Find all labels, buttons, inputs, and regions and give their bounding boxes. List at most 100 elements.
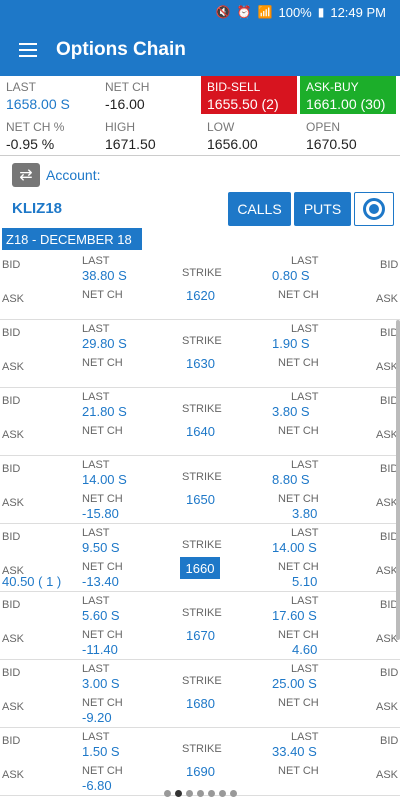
swap-account-icon[interactable]: ⇄: [12, 163, 40, 187]
ask-label: ASK: [2, 497, 25, 509]
strike-value[interactable]: 1670: [186, 628, 215, 644]
call-last-value: 29.80 S: [82, 336, 127, 351]
page-dot[interactable]: [185, 789, 193, 797]
call-netch-value: -11.40: [82, 642, 118, 657]
strike-label: STRIKE: [182, 403, 222, 415]
page-dot-active[interactable]: [174, 789, 182, 797]
ask-label: ASK: [2, 429, 25, 441]
puts-button[interactable]: PUTS: [294, 192, 351, 226]
netch-label: NET CH: [82, 493, 123, 505]
strike-label: STRIKE: [182, 539, 222, 551]
table-row[interactable]: BID LAST 9.50 S STRIKE LAST 14.00 S BID ASK NET …: [0, 524, 400, 592]
put-last-value: 14.00 S: [272, 540, 317, 555]
netch-label: NET CH: [82, 561, 123, 573]
netch-label: NET CH: [278, 561, 319, 573]
netch-label: NET CH: [278, 697, 319, 709]
netch-label: NET CH: [278, 765, 319, 777]
app-bar: Options Chain: [0, 24, 400, 76]
ask-label: ASK: [376, 701, 399, 713]
quote-last: LAST 1658.00 S: [6, 80, 70, 112]
table-row[interactable]: BID LAST 14.00 S STRIKE LAST 8.80 S BID ASK NET …: [0, 456, 400, 524]
last-label: LAST: [291, 527, 319, 539]
bid-label: BID: [2, 259, 21, 271]
strike-label: STRIKE: [182, 335, 222, 347]
netch-label: NET CH: [278, 357, 319, 369]
account-row: ⇄ Account:: [0, 158, 380, 192]
ask-label: ASK: [376, 565, 399, 577]
strike-value[interactable]: 1660: [180, 557, 220, 579]
wifi-icon: 📶: [257, 5, 273, 19]
quote-low: LOW 1656.00: [207, 120, 258, 152]
battery-percent: 100%: [278, 4, 312, 20]
last-label: LAST: [291, 663, 319, 675]
table-row[interactable]: BID LAST 3.00 S STRIKE LAST 25.00 S BID ASK NET …: [0, 660, 400, 728]
netch-label: NET CH: [82, 289, 123, 301]
netch-label: NET CH: [82, 697, 123, 709]
ask-label: ASK: [376, 429, 399, 441]
ask-buy-button[interactable]: ASK-BUY 1661.00 (30): [300, 76, 396, 114]
bid-label: BID: [380, 667, 399, 679]
center-strike-button[interactable]: [354, 192, 394, 226]
table-row[interactable]: BID LAST 38.80 S STRIKE LAST 0.80 S BID ASK NET …: [0, 252, 400, 320]
call-last-value: 5.60 S: [82, 608, 120, 623]
call-last-value: 9.50 S: [82, 540, 120, 555]
table-row[interactable]: BID LAST 29.80 S STRIKE LAST 1.90 S BID ASK NET …: [0, 320, 400, 388]
strike-value[interactable]: 1620: [186, 288, 215, 304]
bid-label: BID: [2, 395, 21, 407]
clock: 12:49 PM: [330, 4, 386, 20]
target-icon: [363, 198, 385, 220]
scrollbar[interactable]: [396, 320, 400, 640]
put-last-value: 1.90 S: [272, 336, 310, 351]
symbol-row: KLIZ18 CALLS PUTS: [0, 192, 400, 228]
call-last-value: 21.80 S: [82, 404, 127, 419]
last-label: LAST: [82, 731, 110, 743]
status-bar: 🔇 ⏰ 📶 100% ▮ 12:49 PM: [0, 0, 400, 24]
last-label: LAST: [82, 391, 110, 403]
strike-value[interactable]: 1680: [186, 696, 215, 712]
expiry-header[interactable]: Z18 - DECEMBER 18: [2, 228, 142, 250]
battery-icon: ▮: [317, 5, 325, 19]
calls-button[interactable]: CALLS: [228, 192, 291, 226]
netch-label: NET CH: [82, 629, 123, 641]
strike-value[interactable]: 1640: [186, 424, 215, 440]
call-last-value: 14.00 S: [82, 472, 127, 487]
last-label: LAST: [291, 391, 319, 403]
put-last-value: 17.60 S: [272, 608, 317, 623]
page-dot[interactable]: [218, 789, 226, 797]
page-dot[interactable]: [163, 789, 171, 797]
call-last-value: 1.50 S: [82, 744, 120, 759]
last-label: LAST: [82, 663, 110, 675]
table-row[interactable]: BID LAST 21.80 S STRIKE LAST 3.80 S BID ASK NET …: [0, 388, 400, 456]
bid-sell-button[interactable]: BID-SELL 1655.50 (2): [201, 76, 297, 114]
bid-label: BID: [380, 259, 399, 271]
netch-label: NET CH: [278, 425, 319, 437]
quote-panel: LAST 1658.00 S NET CH -16.00 BID-SELL 16…: [0, 76, 400, 156]
page-title: Options Chain: [56, 39, 186, 60]
put-last-value: 8.80 S: [272, 472, 310, 487]
ask-label: ASK: [376, 633, 399, 645]
put-last-value: 25.00 S: [272, 676, 317, 691]
strike-value[interactable]: 1650: [186, 492, 215, 508]
strike-value[interactable]: 1690: [186, 764, 215, 780]
page-dot[interactable]: [196, 789, 204, 797]
bid-label: BID: [2, 327, 21, 339]
ask-label: ASK: [376, 769, 399, 781]
strike-label: STRIKE: [182, 607, 222, 619]
table-row[interactable]: BID LAST 5.60 S STRIKE LAST 17.60 S BID ASK NET …: [0, 592, 400, 660]
symbol-label: KLIZ18: [12, 200, 63, 217]
strike-value[interactable]: 1630: [186, 356, 215, 372]
bid-label: BID: [2, 531, 21, 543]
page-dot[interactable]: [229, 789, 237, 797]
call-last-value: 38.80 S: [82, 268, 127, 283]
page-indicator: [0, 786, 400, 800]
hamburger-menu-icon[interactable]: [0, 24, 56, 76]
quote-netch-pct: NET CH % -0.95 %: [6, 120, 65, 152]
strike-label: STRIKE: [182, 675, 222, 687]
page-dot[interactable]: [207, 789, 215, 797]
call-netch-value: -13.40: [82, 574, 119, 589]
last-label: LAST: [82, 323, 110, 335]
last-label: LAST: [291, 459, 319, 471]
bid-label: BID: [380, 735, 399, 747]
call-ask-value: 40.50 ( 1 ): [2, 574, 62, 589]
ask-label: ASK: [2, 361, 25, 373]
